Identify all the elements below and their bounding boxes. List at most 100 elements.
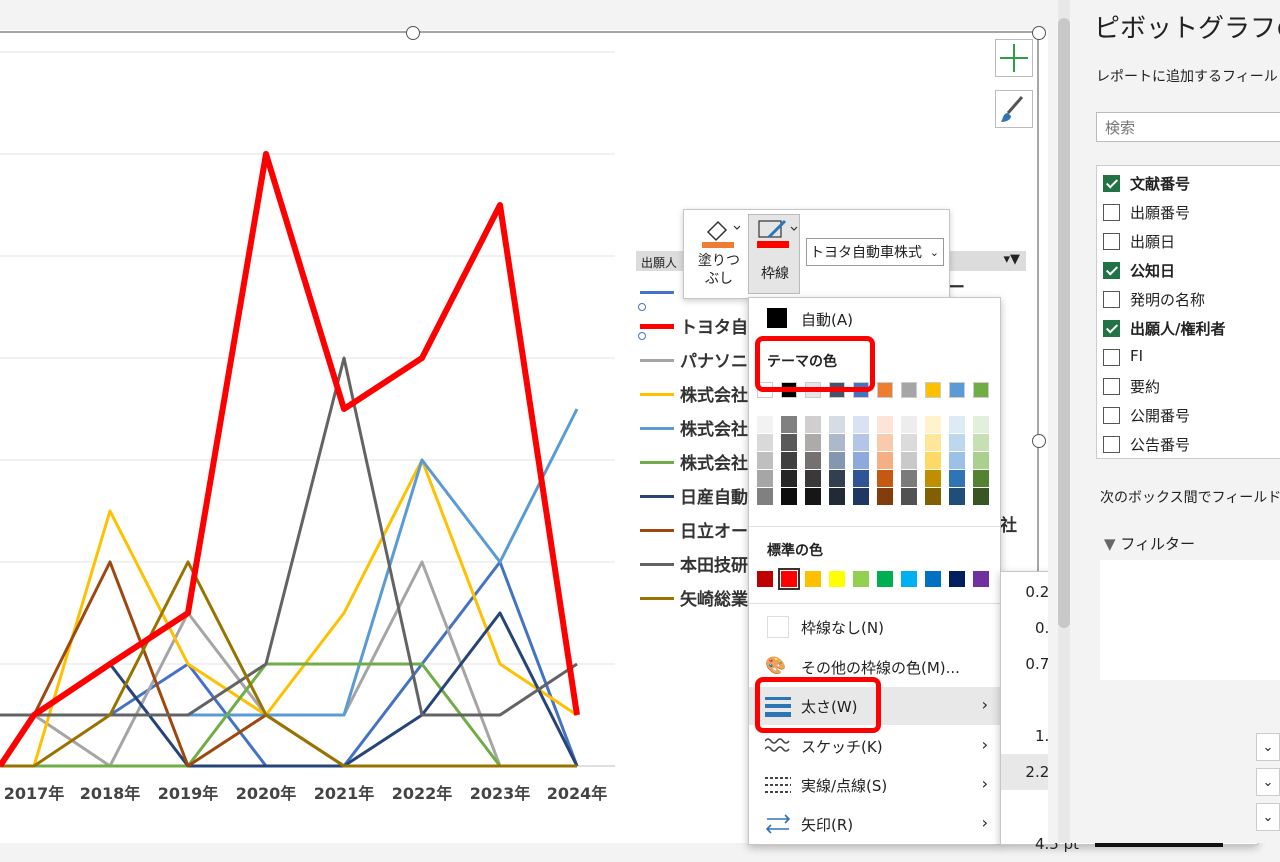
standard-color-swatch[interactable] — [877, 571, 893, 587]
menu-item-no-outline[interactable]: 枠線なし(N) — [749, 608, 1000, 646]
theme-shade-swatch[interactable] — [757, 434, 773, 451]
theme-shade-swatch[interactable] — [925, 452, 941, 469]
field-search-input[interactable]: 検索 — [1096, 112, 1280, 142]
theme-shade-swatch[interactable] — [877, 488, 893, 505]
fill-button[interactable]: 塗りつぶし — [692, 214, 746, 294]
theme-shade-swatch[interactable] — [901, 416, 917, 433]
theme-shade-swatch[interactable] — [805, 452, 821, 469]
area-dropdown[interactable]: ⌄ — [1256, 768, 1280, 796]
theme-shade-swatch[interactable] — [925, 470, 941, 487]
theme-shade-swatch[interactable] — [805, 470, 821, 487]
menu-item-auto[interactable]: 自動(A) — [749, 300, 1000, 338]
theme-shade-swatch[interactable] — [781, 488, 797, 505]
theme-shade-swatch[interactable] — [853, 434, 869, 451]
area-dropdown[interactable]: ⌄ — [1256, 803, 1280, 831]
theme-shade-swatch[interactable] — [781, 434, 797, 451]
filter-icon[interactable]: ▾▼ — [1003, 252, 1020, 267]
theme-color-swatch[interactable] — [925, 382, 941, 398]
chart-elements-button[interactable] — [995, 39, 1033, 77]
resize-handle[interactable] — [1032, 434, 1046, 448]
standard-color-swatch[interactable] — [853, 571, 869, 587]
standard-color-swatch[interactable] — [925, 571, 941, 587]
theme-shade-swatch[interactable] — [877, 470, 893, 487]
resize-handle[interactable] — [406, 26, 420, 40]
theme-shade-swatch[interactable] — [877, 434, 893, 451]
theme-shade-swatch[interactable] — [829, 452, 845, 469]
theme-shade-swatch[interactable] — [901, 452, 917, 469]
theme-shade-swatch[interactable] — [781, 470, 797, 487]
theme-shade-swatch[interactable] — [829, 470, 845, 487]
series-line[interactable] — [0, 458, 578, 768]
theme-shade-swatch[interactable] — [757, 488, 773, 505]
theme-shade-swatch[interactable] — [973, 470, 989, 487]
field-checkbox[interactable] — [1103, 407, 1120, 424]
theme-shade-swatch[interactable] — [973, 488, 989, 505]
theme-shade-swatch[interactable] — [781, 416, 797, 433]
standard-color-swatch[interactable] — [757, 571, 773, 587]
field-checkbox[interactable] — [1103, 233, 1120, 250]
field-checkbox[interactable] — [1103, 349, 1120, 366]
theme-shade-swatch[interactable] — [853, 488, 869, 505]
theme-shade-swatch[interactable] — [781, 452, 797, 469]
theme-shade-swatch[interactable] — [973, 434, 989, 451]
field-checkbox[interactable] — [1103, 204, 1120, 221]
field-checkbox[interactable] — [1103, 378, 1120, 395]
theme-shade-swatch[interactable] — [973, 416, 989, 433]
theme-color-swatch[interactable] — [901, 382, 917, 398]
standard-color-swatch[interactable] — [973, 571, 989, 587]
series-line[interactable] — [0, 356, 578, 717]
theme-shade-swatch[interactable] — [853, 416, 869, 433]
legend-line — [640, 324, 674, 329]
theme-shade-swatch[interactable] — [949, 434, 965, 451]
pane-scrollbar-thumb[interactable] — [1058, 18, 1070, 628]
filter-drop-area[interactable] — [1100, 560, 1280, 680]
theme-shade-swatch[interactable] — [925, 434, 941, 451]
theme-shade-swatch[interactable] — [949, 452, 965, 469]
standard-color-swatch[interactable] — [901, 571, 917, 587]
theme-shade-swatch[interactable] — [901, 434, 917, 451]
standard-color-swatch[interactable] — [805, 571, 821, 587]
theme-shade-swatch[interactable] — [949, 470, 965, 487]
field-checkbox[interactable] — [1103, 320, 1120, 337]
theme-color-swatch[interactable] — [949, 382, 965, 398]
theme-shade-swatch[interactable] — [829, 434, 845, 451]
standard-color-swatch[interactable] — [949, 571, 965, 587]
outline-button[interactable]: 枠線 — [748, 214, 800, 294]
resize-handle[interactable] — [1032, 26, 1046, 40]
theme-shade-swatch[interactable] — [757, 470, 773, 487]
menu-item-arrow[interactable]: 矢印(R) › — [749, 805, 1000, 843]
theme-shade-swatch[interactable] — [829, 488, 845, 505]
standard-color-swatch[interactable] — [829, 571, 845, 587]
theme-shade-swatch[interactable] — [853, 452, 869, 469]
field-checkbox[interactable] — [1103, 436, 1120, 453]
theme-shade-swatch[interactable] — [901, 488, 917, 505]
theme-shade-swatch[interactable] — [973, 452, 989, 469]
theme-shade-swatch[interactable] — [829, 416, 845, 433]
theme-shade-swatch[interactable] — [805, 434, 821, 451]
theme-shade-swatch[interactable] — [757, 452, 773, 469]
theme-shade-swatch[interactable] — [805, 488, 821, 505]
theme-color-swatch[interactable] — [877, 382, 893, 398]
theme-shade-swatch[interactable] — [949, 488, 965, 505]
theme-shade-swatch[interactable] — [805, 416, 821, 433]
chart-styles-button[interactable] — [995, 90, 1033, 128]
field-checkbox[interactable] — [1103, 291, 1120, 308]
theme-color-swatch[interactable] — [973, 382, 989, 398]
theme-shade-swatch[interactable] — [901, 470, 917, 487]
standard-color-swatch[interactable] — [778, 568, 800, 590]
selection-handle[interactable] — [638, 303, 646, 311]
series-select[interactable]: トヨタ自動車株式 ⌄ — [806, 238, 944, 266]
theme-shade-swatch[interactable] — [925, 488, 941, 505]
field-checkbox[interactable] — [1103, 175, 1120, 192]
menu-item-dash[interactable]: 実線/点線(S) › — [749, 766, 1000, 804]
series-select-value: トヨタ自動車株式 — [810, 245, 922, 261]
theme-shade-swatch[interactable] — [877, 452, 893, 469]
field-checkbox[interactable] — [1103, 262, 1120, 279]
theme-shade-swatch[interactable] — [757, 416, 773, 433]
theme-shade-swatch[interactable] — [853, 470, 869, 487]
selection-handle[interactable] — [638, 332, 646, 340]
theme-shade-swatch[interactable] — [925, 416, 941, 433]
theme-shade-swatch[interactable] — [949, 416, 965, 433]
theme-shade-swatch[interactable] — [877, 416, 893, 433]
area-dropdown[interactable]: ⌄ — [1256, 733, 1280, 761]
